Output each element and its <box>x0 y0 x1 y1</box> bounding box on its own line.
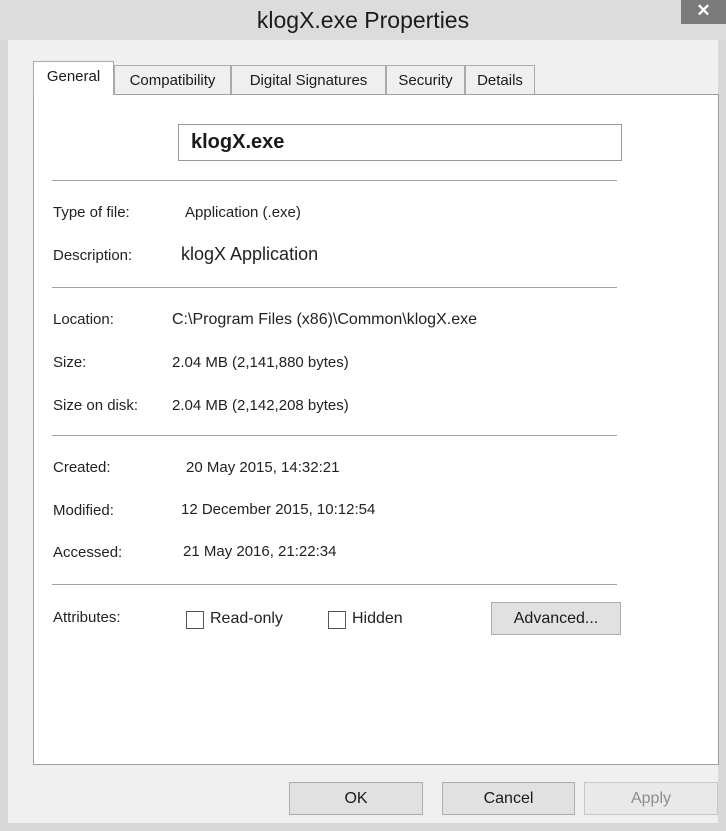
tab-details[interactable]: Details <box>465 65 535 94</box>
created-label: Created: <box>53 459 111 476</box>
tab-compatibility[interactable]: Compatibility <box>114 65 231 94</box>
window-frame <box>0 40 8 831</box>
divider <box>52 435 617 436</box>
title-bar: klogX.exe Properties ✕ <box>0 0 726 40</box>
tab-general[interactable]: General <box>33 61 114 95</box>
created-value: 20 May 2015, 14:32:21 <box>186 459 340 476</box>
hidden-checkbox[interactable] <box>328 611 346 629</box>
type-of-file-value: Application (.exe) <box>185 204 301 221</box>
accessed-value: 21 May 2016, 21:22:34 <box>183 543 337 560</box>
divider <box>52 584 617 585</box>
close-icon: ✕ <box>696 1 711 20</box>
window-title: klogX.exe Properties <box>256 7 470 33</box>
modified-label: Modified: <box>53 502 114 519</box>
location-value: C:\Program Files (x86)\Common\klogX.exe <box>172 311 477 328</box>
tab-security[interactable]: Security <box>386 65 465 94</box>
divider <box>52 287 617 288</box>
close-button[interactable]: ✕ <box>681 0 726 24</box>
read-only-checkbox[interactable] <box>186 611 204 629</box>
accessed-label: Accessed: <box>53 544 123 561</box>
read-only-label[interactable]: Read-only <box>210 610 283 628</box>
size-on-disk-value: 2.04 MB (2,142,208 bytes) <box>172 397 349 414</box>
divider <box>52 180 617 181</box>
file-name-field[interactable]: klogX.exe <box>178 124 622 161</box>
cancel-button[interactable]: Cancel <box>442 782 575 815</box>
general-tab-panel <box>33 94 719 765</box>
tab-digital-signatures[interactable]: Digital Signatures <box>231 65 386 94</box>
size-value: 2.04 MB (2,141,880 bytes) <box>172 354 349 371</box>
modified-value: 12 December 2015, 10:12:54 <box>181 501 376 518</box>
location-label: Location: <box>53 311 114 328</box>
advanced-button[interactable]: Advanced... <box>491 602 621 635</box>
ok-button[interactable]: OK <box>289 782 423 815</box>
size-on-disk-label: Size on disk: <box>53 397 139 414</box>
description-value: klogX Application <box>181 244 319 264</box>
type-of-file-label: Type of file: <box>53 204 130 221</box>
apply-button[interactable]: Apply <box>584 782 718 815</box>
size-label: Size: <box>53 354 87 371</box>
attributes-label: Attributes: <box>53 609 121 626</box>
hidden-label[interactable]: Hidden <box>352 610 403 628</box>
description-label: Description: <box>53 247 133 264</box>
